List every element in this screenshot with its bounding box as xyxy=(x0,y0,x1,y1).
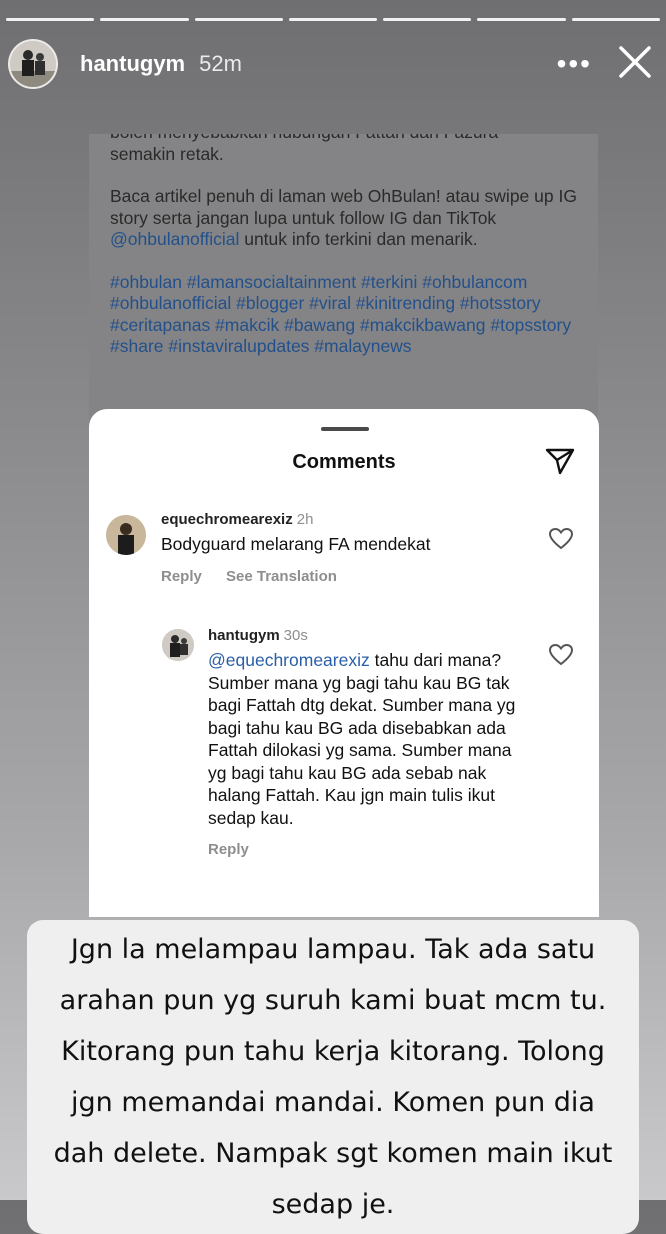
comment-text: Bodyguard melarang FA mendekat xyxy=(161,534,431,554)
post-text: untuk info terkini dan menarik. xyxy=(239,229,478,249)
story-progress-bar xyxy=(6,18,660,21)
post-caption: boleh menyebabkan hubungan Fattah dan Fa… xyxy=(110,134,580,379)
story-caption: Jgn la melampau lampau. Tak ada satu ara… xyxy=(0,920,666,1234)
reply-text: @equechromearexiz tahu dari mana? Sumber… xyxy=(208,649,528,829)
progress-segment xyxy=(6,18,95,21)
post-screenshot: boleh menyebabkan hubungan Fattah dan Fa… xyxy=(89,134,598,424)
post-text-cut: boleh menyebabkan hubungan Fattah dan Fa… xyxy=(110,134,580,165)
comment-username[interactable]: equechromearexiz xyxy=(161,511,293,528)
reply-actions: Reply xyxy=(208,841,528,858)
post-mention-link: @ohbulanofficial xyxy=(110,229,240,249)
reply-button[interactable]: Reply xyxy=(161,568,202,585)
like-heart-icon[interactable] xyxy=(548,643,574,671)
story-time: 52m xyxy=(199,51,242,76)
drag-handle[interactable] xyxy=(321,427,369,431)
progress-segment xyxy=(477,18,566,21)
progress-segment xyxy=(571,18,660,21)
story-username[interactable]: hantugym xyxy=(80,51,185,77)
caption-text: Jgn la melampau lampau. Tak ada satu ara… xyxy=(27,920,639,1234)
progress-segment xyxy=(100,18,189,21)
story-header: hantugym 52m ••• xyxy=(8,38,652,90)
like-heart-icon[interactable] xyxy=(548,527,574,555)
comments-sheet: Comments equechromearexiz 2h Bodyguard me… xyxy=(89,409,599,917)
avatar[interactable] xyxy=(8,39,58,89)
reply-username[interactable]: hantugym xyxy=(208,627,280,644)
reply-button[interactable]: Reply xyxy=(208,841,249,858)
close-icon[interactable] xyxy=(618,45,652,84)
post-text-line: semakin retak. xyxy=(110,143,224,164)
progress-segment xyxy=(288,18,378,21)
avatar[interactable] xyxy=(162,629,194,661)
progress-segment xyxy=(194,18,283,21)
progress-segment xyxy=(383,18,472,21)
reply-mention-link[interactable]: @equechromearexiz xyxy=(208,650,370,670)
post-hashtags: #ohbulan #lamansocialtainment #terkini #… xyxy=(110,271,572,357)
send-icon[interactable] xyxy=(545,447,575,480)
comment-actions: Reply See Translation xyxy=(161,568,561,585)
post-text: Baca artikel penuh di laman web OhBulan!… xyxy=(110,186,577,228)
avatar[interactable] xyxy=(106,515,146,555)
post-paragraph: Baca artikel penuh di laman web OhBulan!… xyxy=(110,186,580,251)
post-text-line: boleh menyebabkan hubungan Fattah dan Fa… xyxy=(110,134,498,142)
sheet-title: Comments xyxy=(292,451,396,473)
more-options-icon[interactable]: ••• xyxy=(557,48,592,80)
see-translation-button[interactable]: See Translation xyxy=(226,568,337,585)
comment-time: 2h xyxy=(296,511,314,528)
reply-time: 30s xyxy=(283,627,308,644)
reply-body: tahu dari mana? Sumber mana yg bagi tahu… xyxy=(208,650,516,828)
